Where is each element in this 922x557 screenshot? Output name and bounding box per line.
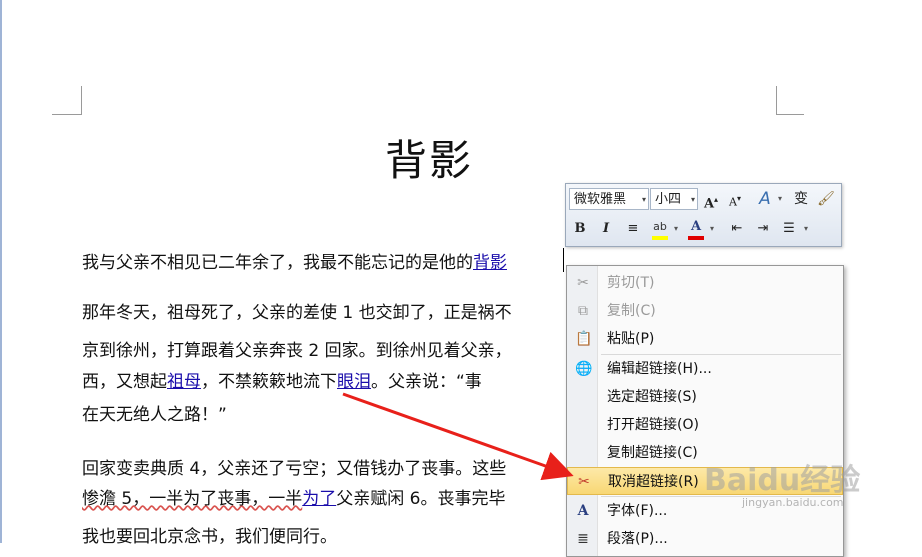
watermark-url: jingyan.baidu.com: [742, 496, 844, 509]
baidu-jingyan-watermark: Baidu经验: [704, 463, 861, 498]
